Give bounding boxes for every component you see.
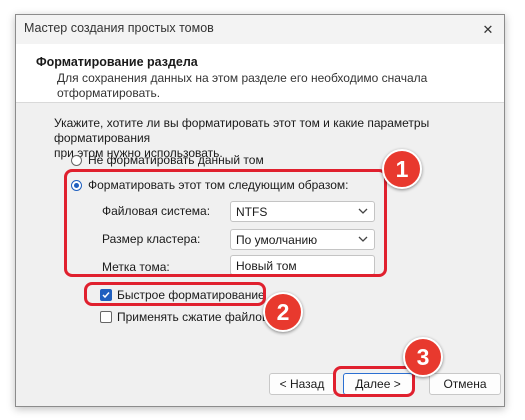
radio-no-format-label: Не форматировать данный том (88, 153, 264, 167)
page-description-line: Для сохранения данных на этом разделе ег… (57, 71, 428, 85)
highlight-format-options (64, 169, 387, 277)
compression-checkbox[interactable]: Применять сжатие файлов и (100, 310, 278, 324)
wizard-header: Форматирование раздела Для сохранения да… (16, 44, 504, 103)
page-title: Форматирование раздела (36, 55, 198, 69)
checkbox-unchecked-icon[interactable] (100, 311, 112, 323)
back-button[interactable]: < Назад (269, 373, 335, 395)
close-button[interactable]: ✕ (472, 15, 504, 44)
highlight-quick-format (84, 282, 266, 306)
title-bar: Мастер создания простых томов ✕ (16, 15, 504, 44)
compression-label: Применять сжатие файлов и (117, 310, 279, 324)
step-badge-2: 2 (263, 292, 303, 332)
instructions-line: Укажите, хотите ли вы форматировать этот… (54, 116, 430, 145)
highlight-next-button (333, 366, 415, 397)
page-description: Для сохранения данных на этом разделе ег… (57, 71, 447, 101)
radio-button-icon[interactable] (71, 154, 82, 166)
step-badge-1: 1 (382, 149, 422, 189)
step-badge-3: 3 (403, 337, 443, 377)
cancel-button[interactable]: Отмена (429, 373, 501, 395)
page-description-line: отформатировать. (57, 86, 161, 100)
radio-no-format[interactable]: Не форматировать данный том (71, 153, 264, 167)
window-title: Мастер создания простых томов (24, 21, 214, 35)
